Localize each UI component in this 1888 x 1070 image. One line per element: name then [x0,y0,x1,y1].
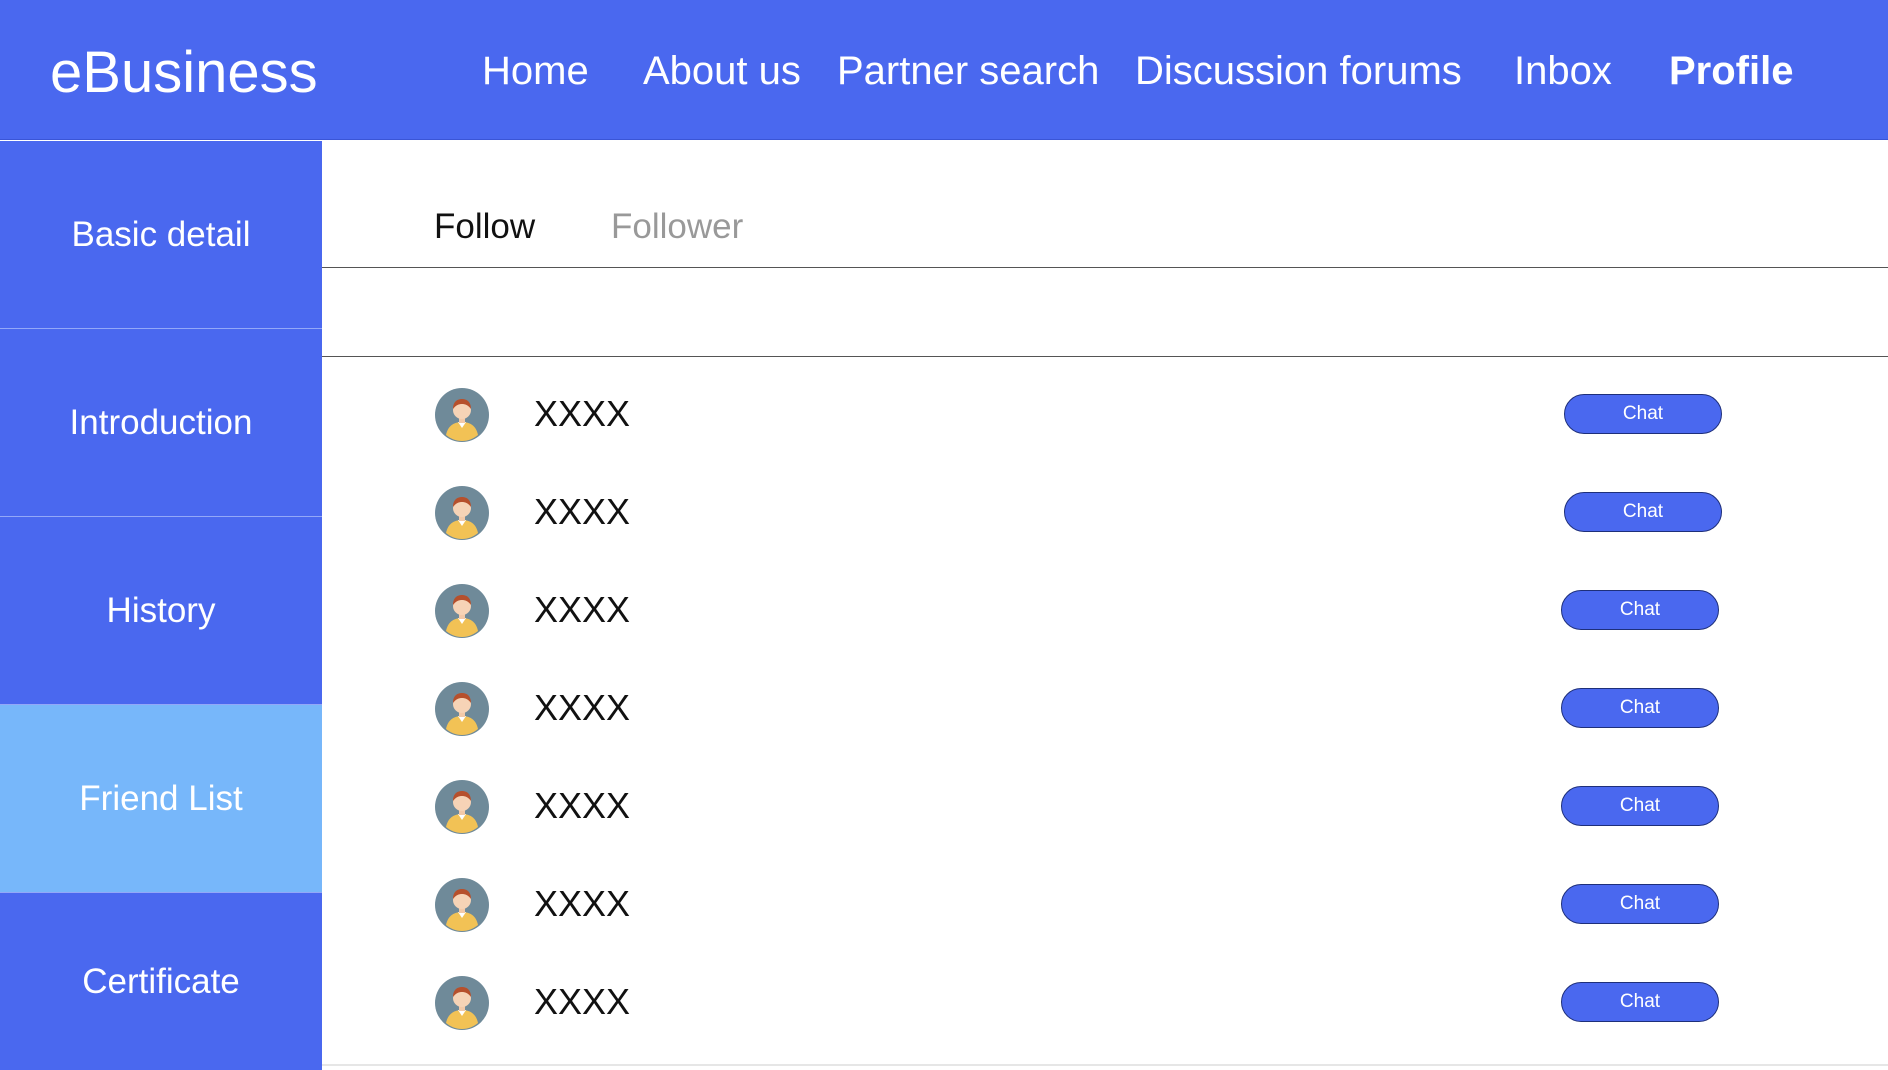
friend-name: XXXX [534,785,631,826]
friend-name: XXXX [534,491,631,532]
top-nav-bar: eBusiness Home About us Partner search D… [0,0,1888,140]
friend-row-5: XXXX Chat [322,776,1888,874]
friend-name: XXXX [534,589,631,630]
user-avatar-icon[interactable] [435,780,489,834]
nav-inbox[interactable]: Inbox [1514,46,1612,96]
friend-row-7: XXXX Chat [322,972,1888,1070]
tab-divider [322,267,1888,268]
user-avatar-icon[interactable] [435,976,489,1030]
nav-about-us[interactable]: About us [643,46,801,96]
chat-button[interactable]: Chat [1564,394,1722,434]
sidebar-item-basic-detail[interactable]: Basic detail [0,141,322,329]
friend-name: XXXX [534,883,631,924]
list-divider [322,356,1888,357]
friend-row-2: XXXX Chat [322,482,1888,580]
profile-sidebar: Basic detail Introduction History Friend… [0,141,322,1070]
friend-name: XXXX [534,981,631,1022]
chat-button[interactable]: Chat [1561,982,1719,1022]
nav-discussion-forums[interactable]: Discussion forums [1135,46,1462,96]
chat-button[interactable]: Chat [1561,590,1719,630]
chat-button[interactable]: Chat [1561,786,1719,826]
sidebar-item-label: Introduction [69,402,253,442]
tab-follower[interactable]: Follower [611,207,743,247]
friend-name: XXXX [534,687,631,728]
chat-button[interactable]: Chat [1561,688,1719,728]
friend-name: XXXX [534,393,631,434]
nav-home[interactable]: Home [482,46,589,96]
nav-partner-search[interactable]: Partner search [837,46,1099,96]
user-avatar-icon[interactable] [435,486,489,540]
sidebar-item-label: Friend List [79,778,243,818]
bottom-edge [322,1064,1888,1066]
tab-follow[interactable]: Follow [434,207,535,247]
sidebar-item-certificate[interactable]: Certificate [0,893,322,1070]
chat-button[interactable]: Chat [1561,884,1719,924]
brand-logo[interactable]: eBusiness [50,38,318,108]
chat-button[interactable]: Chat [1564,492,1722,532]
nav-profile[interactable]: Profile [1669,46,1793,96]
friend-row-3: XXXX Chat [322,580,1888,678]
sidebar-item-introduction[interactable]: Introduction [0,329,322,517]
user-avatar-icon[interactable] [435,584,489,638]
user-avatar-icon[interactable] [435,682,489,736]
friend-row-1: XXXX Chat [322,384,1888,482]
sidebar-item-friend-list[interactable]: Friend List [0,705,322,893]
sidebar-item-label: History [106,590,216,630]
user-avatar-icon[interactable] [435,878,489,932]
sidebar-item-label: Certificate [82,961,240,1001]
sidebar-item-history[interactable]: History [0,517,322,705]
friend-row-6: XXXX Chat [322,874,1888,972]
friend-row-4: XXXX Chat [322,678,1888,776]
user-avatar-icon[interactable] [435,388,489,442]
friend-list-panel: Follow Follower XXXX Chat XXXX Chat XXXX… [322,141,1888,1070]
sidebar-item-label: Basic detail [71,214,251,254]
